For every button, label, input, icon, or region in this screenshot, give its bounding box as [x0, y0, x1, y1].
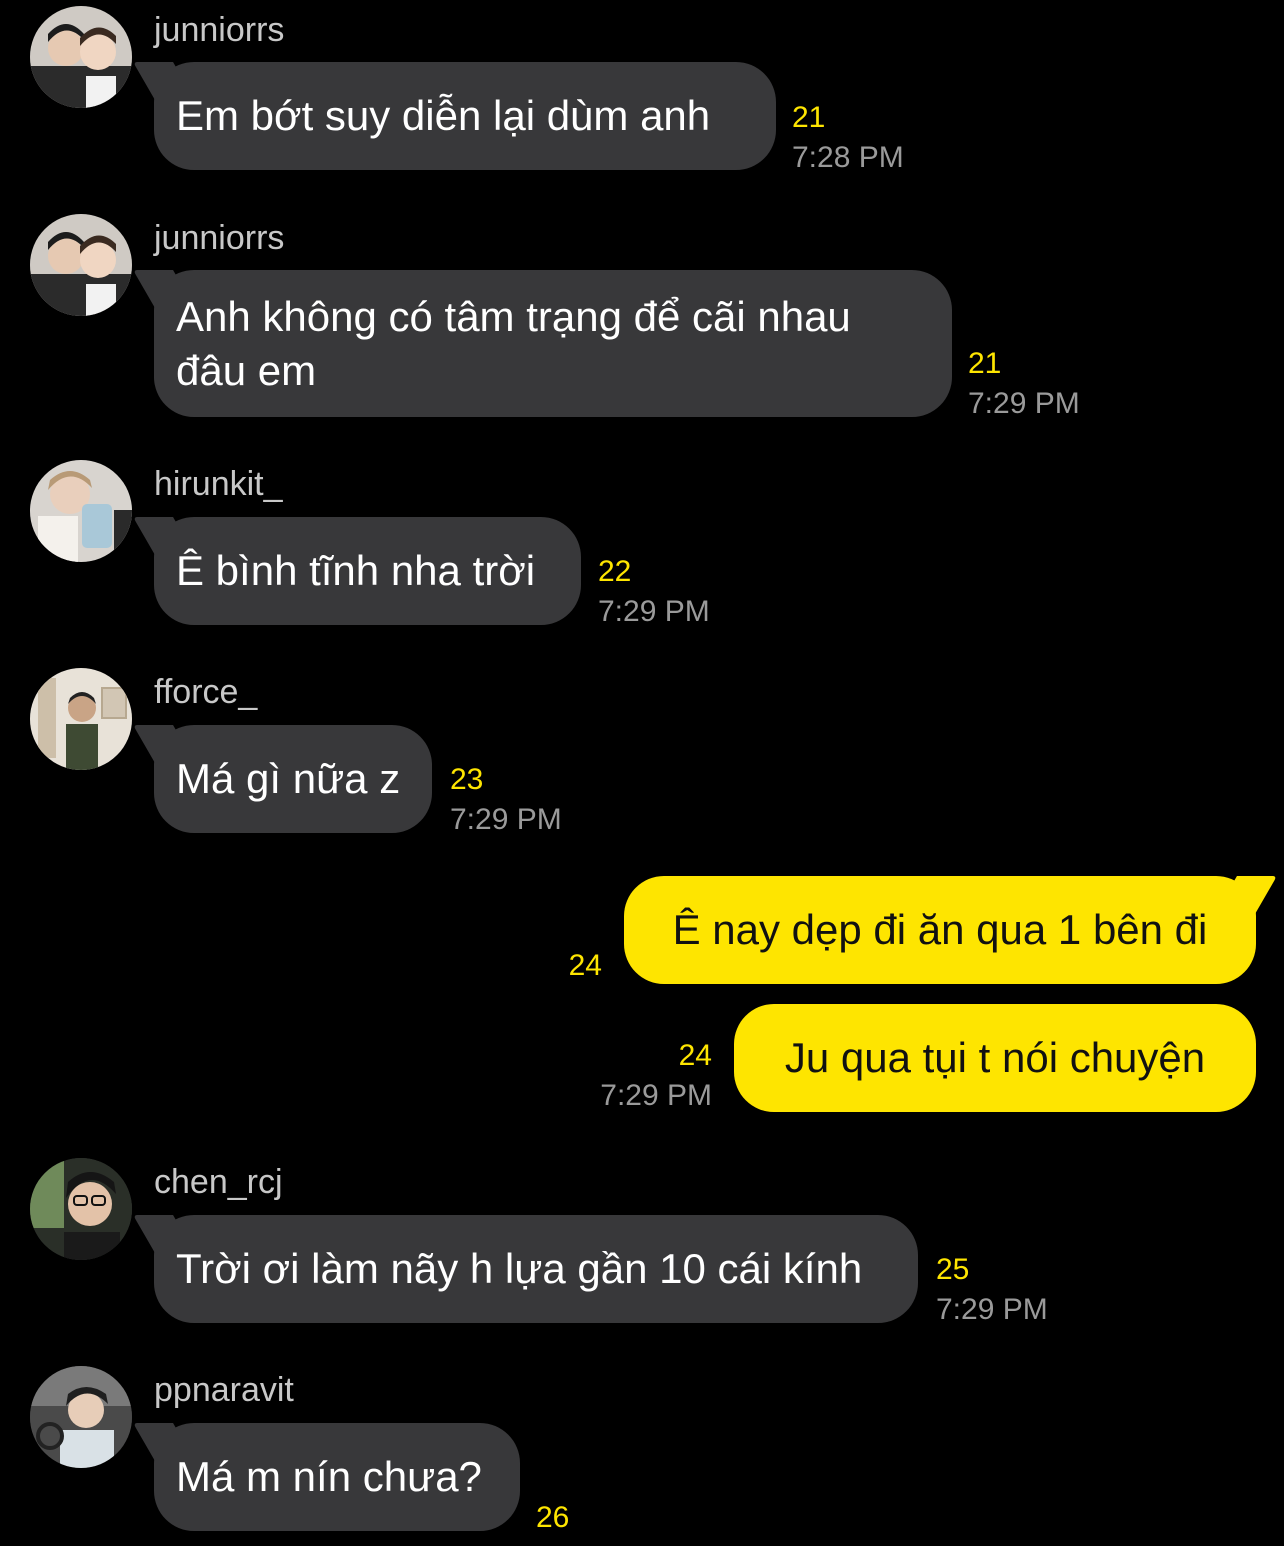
avatar[interactable]: [30, 1366, 132, 1468]
avatar[interactable]: [30, 668, 132, 770]
message-meta: 24: [569, 948, 602, 984]
message-bubble[interactable]: Anh không có tâm trạng để cãi nhau đâu e…: [133, 270, 952, 417]
message-bubble[interactable]: Em bớt suy diễn lại dùm anh: [133, 62, 776, 170]
message-bubble-outgoing[interactable]: Ê nay dẹp đi ăn qua 1 bên đi: [624, 876, 1277, 984]
avatar-photo-icon: [30, 460, 132, 562]
timestamp: 7:29 PM: [598, 595, 710, 628]
message-text: Má gì nữa z: [176, 755, 401, 802]
timestamp: 7:28 PM: [792, 141, 904, 174]
unread-count: 21: [968, 347, 1002, 380]
unread-count: 21: [792, 101, 826, 134]
message-meta: 23 7:29 PM: [450, 762, 562, 838]
message-bubble[interactable]: Má m nín chưa?: [133, 1423, 520, 1531]
message-text: Ju qua tụi t nói chuyện: [784, 1034, 1206, 1081]
message-meta: 25 7:29 PM: [936, 1252, 1048, 1328]
message-text: Trời ơi làm nãy h lựa gần 10 cái kính: [176, 1245, 863, 1292]
message-bubble[interactable]: Má gì nữa z: [133, 725, 432, 833]
avatar[interactable]: [30, 460, 132, 562]
unread-count: 22: [598, 555, 632, 588]
avatar-photo-icon: [30, 1158, 132, 1260]
message-bubble[interactable]: Trời ơi làm nãy h lựa gần 10 cái kính: [133, 1215, 918, 1323]
avatar-photo-icon: [30, 1366, 132, 1468]
sender-name: fforce_: [154, 673, 258, 711]
message-meta: 26: [536, 1500, 569, 1536]
message-text: Má m nín chưa?: [176, 1453, 482, 1500]
message-text-line: Anh không có tâm trạng để cãi nhau: [176, 293, 851, 340]
avatar[interactable]: [30, 214, 132, 316]
message-text: Ê nay dẹp đi ăn qua 1 bên đi: [672, 906, 1208, 953]
sender-name: junniorrs: [154, 11, 285, 49]
sender-name: chen_rcj: [154, 1163, 283, 1201]
sender-name: junniorrs: [154, 219, 285, 257]
avatar-photo-icon: [30, 6, 132, 108]
message-text: Ê bình tĩnh nha trời: [176, 547, 536, 594]
message-meta: 22 7:29 PM: [598, 554, 710, 630]
sender-name: ppnaravit: [154, 1371, 294, 1409]
message-meta: 21 7:29 PM: [968, 346, 1080, 422]
avatar[interactable]: [30, 6, 132, 108]
message-text: Em bớt suy diễn lại dùm anh: [176, 92, 711, 139]
avatar-photo-icon: [30, 668, 132, 770]
unread-count: 26: [536, 1501, 570, 1534]
timestamp: 7:29 PM: [936, 1293, 1048, 1326]
timestamp: 7:29 PM: [968, 387, 1080, 420]
message-bubble-outgoing[interactable]: Ju qua tụi t nói chuyện: [734, 1004, 1256, 1112]
unread-count: 24: [568, 949, 602, 982]
message-meta: 21 7:28 PM: [792, 100, 904, 176]
avatar[interactable]: [30, 1158, 132, 1260]
message-meta: 24 7:29 PM: [600, 1038, 712, 1114]
timestamp: 7:29 PM: [600, 1079, 712, 1112]
avatar-photo-icon: [30, 214, 132, 316]
message-text-line: đâu em: [176, 347, 317, 394]
message-bubble[interactable]: Ê bình tĩnh nha trời: [133, 517, 581, 625]
timestamp: 7:29 PM: [450, 803, 562, 836]
unread-count: 23: [450, 763, 484, 796]
sender-name: hirunkit_: [154, 465, 283, 503]
unread-count: 25: [936, 1253, 970, 1286]
unread-count: 24: [678, 1039, 712, 1072]
